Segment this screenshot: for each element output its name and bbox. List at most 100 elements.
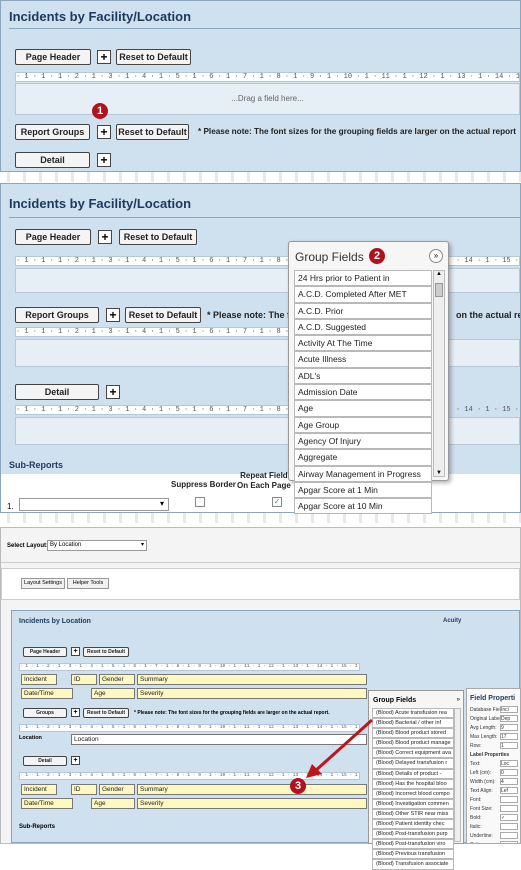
group-field-item[interactable]: Admission Date [294,384,432,401]
field-id[interactable]: ID [71,784,97,795]
field-datetime[interactable]: Date/Time [21,688,73,699]
field-summary[interactable]: Summary [137,674,367,685]
reset-to-default-button[interactable]: Reset to Default [116,124,189,140]
scrollbar[interactable] [454,708,461,842]
group-field-item[interactable]: (Blood) Correct equipment ava [372,748,454,759]
report-groups-button[interactable]: Report Groups [15,124,90,140]
group-field-item[interactable]: (Blood) Blood product manage [372,738,454,749]
collapse-icon[interactable]: » [429,249,443,263]
field-property-value[interactable] [500,823,518,831]
expand-plus-icon[interactable]: + [106,308,120,322]
group-field-item[interactable]: (Blood) Previous transfusion [372,849,454,860]
group-field-item[interactable]: (Blood) Incorrect blood compo [372,788,454,799]
field-property-value[interactable]: 4 [500,778,518,786]
group-field-item[interactable]: A.C.D. Suggested [294,318,432,336]
field-property-value[interactable]: ✓ [500,814,518,822]
reset-to-default-button[interactable]: Reset to Default [83,708,129,718]
scroll-up-icon[interactable]: ▲ [436,271,442,277]
repeat-field-checkbox[interactable]: ✓ [272,497,282,507]
collapse-icon[interactable]: » [457,697,460,703]
detail-button[interactable]: Detail [15,152,90,168]
group-field-item[interactable]: (Blood) Transfusion associate [372,859,454,870]
group-field-item[interactable]: (Blood) Delayed transfusion r [372,758,454,769]
group-field-item[interactable]: (Blood) Post-transfusion viro [372,839,454,850]
expand-plus-icon[interactable]: + [97,153,111,167]
field-summary[interactable]: Summary [137,784,367,795]
group-field-item[interactable]: ADL's [294,367,432,385]
drop-zone[interactable]: ...Drag a field here... [15,83,520,115]
subreport-select[interactable]: ▾ [19,498,169,511]
drag-arrow-icon [306,718,374,778]
group-field-item[interactable]: (Blood) Other STIR near miss [372,808,454,820]
field-property-value[interactable] [500,832,518,840]
expand-plus-icon[interactable]: + [71,708,80,717]
field-incident[interactable]: Incident [21,674,57,685]
expand-plus-icon[interactable]: + [97,50,111,64]
expand-plus-icon[interactable]: + [98,230,112,244]
expand-plus-icon[interactable]: + [106,385,120,399]
select-layout-dropdown[interactable]: By Location ▾ [47,540,147,551]
detail-button[interactable]: Detail [15,384,99,400]
group-field-item[interactable]: Age [294,400,432,417]
field-property-value[interactable]: 1 [500,742,518,750]
suppress-border-checkbox[interactable] [195,497,205,507]
group-field-item[interactable]: (Blood) Investigation commen [372,798,454,809]
field-property-value[interactable]: Dep [500,715,518,723]
group-field-item[interactable]: Agency Of Injury [294,432,432,450]
field-age[interactable]: Age [91,688,135,699]
field-severity[interactable]: Severity [137,798,367,809]
group-field-item[interactable]: A.C.D. Prior [294,302,432,319]
page-header-button[interactable]: Page Header [23,647,67,657]
field-property-value[interactable] [500,796,518,804]
group-field-item[interactable]: Age Group [294,416,432,433]
group-field-item[interactable]: Apgar Score at 10 Min [294,498,432,515]
field-property-value[interactable]: Inci [500,706,518,714]
expand-plus-icon[interactable]: + [71,756,80,765]
group-field-item[interactable]: (Blood) Patient identity chec [372,819,454,830]
group-field-item[interactable]: Activity At The Time [294,335,432,352]
field-property-row: Text Align: Lef [467,787,520,796]
group-field-item[interactable]: Apgar Score at 1 Min [294,481,432,499]
field-gender[interactable]: Gender [99,784,135,795]
scroll-down-icon[interactable]: ▼ [436,470,442,476]
group-field-item[interactable]: Aggregate [294,449,432,466]
group-field-item[interactable]: Acute Illness [294,351,432,368]
groups-button[interactable]: Groups [23,708,67,718]
layout-settings-tab[interactable]: Layout Settings [21,578,65,589]
reset-to-default-button[interactable]: Reset to Default [119,229,197,245]
expand-plus-icon[interactable]: + [71,647,80,656]
reset-to-default-button[interactable]: Reset to Default [83,647,129,657]
group-field-item[interactable]: (Blood) Post-transfusion purp [372,829,454,840]
field-datetime[interactable]: Date/Time [21,798,73,809]
group-field-item[interactable]: Airway Management in Progress [294,465,432,482]
ruler: · 1 · 1 · 1 · 2 · 1 · 3 · 1 · 4 · 1 · 5 … [15,72,520,82]
group-field-item[interactable]: (Blood) Acute transfusion rea [372,708,454,719]
page-header-button[interactable]: Page Header [15,229,91,245]
group-field-item[interactable]: 24 Hrs prior to Patient in [294,270,432,287]
field-age[interactable]: Age [91,798,135,809]
detail-button[interactable]: Detail [23,756,67,766]
field-gender[interactable]: Gender [99,674,135,685]
report-groups-button[interactable]: Report Groups [15,307,99,323]
group-field-item[interactable]: (Blood) Has the hospital bloo [372,778,454,789]
field-property-value[interactable] [500,805,518,813]
field-property-value[interactable]: Lef [500,787,518,795]
expand-plus-icon[interactable]: + [97,125,111,139]
group-field-item[interactable]: A.C.D. Completed After MET [294,286,432,303]
scroll-thumb[interactable] [435,283,443,297]
field-property-value[interactable]: 9 [500,724,518,732]
reset-to-default-button[interactable]: Reset to Default [125,307,201,323]
field-property-value[interactable]: Loc [500,760,518,768]
field-property-value[interactable]: 17 [500,733,518,741]
group-field-item[interactable]: (Blood) Bacterial / other inf [372,718,454,729]
field-incident[interactable]: Incident [21,784,57,795]
reset-to-default-button[interactable]: Reset to Default [116,49,191,65]
group-field-item[interactable]: (Blood) Blood product stored [372,728,454,739]
group-field-item[interactable]: (Blood) Details of product - [372,768,454,779]
field-severity[interactable]: Severity [137,688,367,699]
scrollbar[interactable]: ▲ ▼ [433,270,445,477]
helper-tools-tab[interactable]: Helper Tools [67,578,109,589]
field-property-value[interactable]: 0 [500,769,518,777]
field-id[interactable]: ID [71,674,97,685]
page-header-button[interactable]: Page Header [15,49,91,65]
